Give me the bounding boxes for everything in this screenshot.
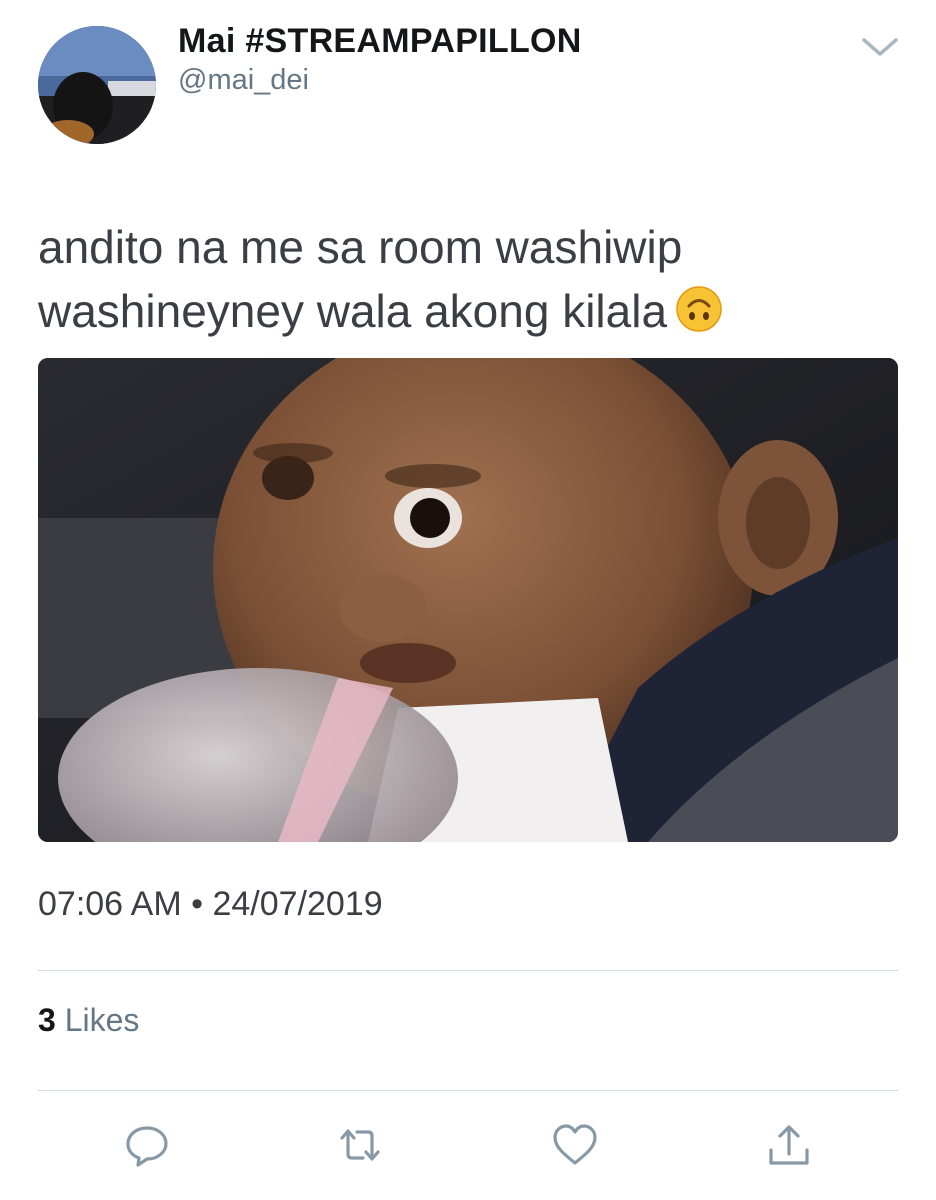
child-drinking-photo [38,358,898,842]
tweet-timestamp[interactable]: 07:06 AM • 24/07/2019 [38,885,383,924]
divider [38,1090,898,1091]
upside-down-face-emoji [675,285,723,333]
likes-label: Likes [64,1002,140,1038]
heart-icon[interactable] [550,1120,600,1170]
display-name[interactable]: Mai #STREAMPAPILLON [178,22,582,61]
tweet-text: andito na me sa room washiwip washineyne… [38,215,898,343]
timestamp-separator: • [191,885,204,923]
likes-count: 3 [38,1002,56,1038]
tweet-time: 07:06 AM [38,885,182,923]
tweet-image[interactable] [38,358,898,842]
likes-stat[interactable]: 3 Likes [38,1002,139,1039]
chevron-down-icon[interactable] [860,30,900,62]
tweet-text-body: andito na me sa room washiwip washineyne… [38,221,683,337]
user-handle[interactable]: @mai_dei [178,64,309,97]
retweet-icon[interactable] [335,1120,385,1170]
divider [38,970,898,971]
avatar[interactable] [38,26,156,144]
tweet-date: 24/07/2019 [212,885,383,923]
share-icon[interactable] [764,1120,814,1170]
avatar-photo [38,26,156,144]
tweet-detail: Mai #STREAMPAPILLON @mai_dei andito na m… [0,0,936,1200]
reply-icon[interactable] [122,1120,172,1170]
